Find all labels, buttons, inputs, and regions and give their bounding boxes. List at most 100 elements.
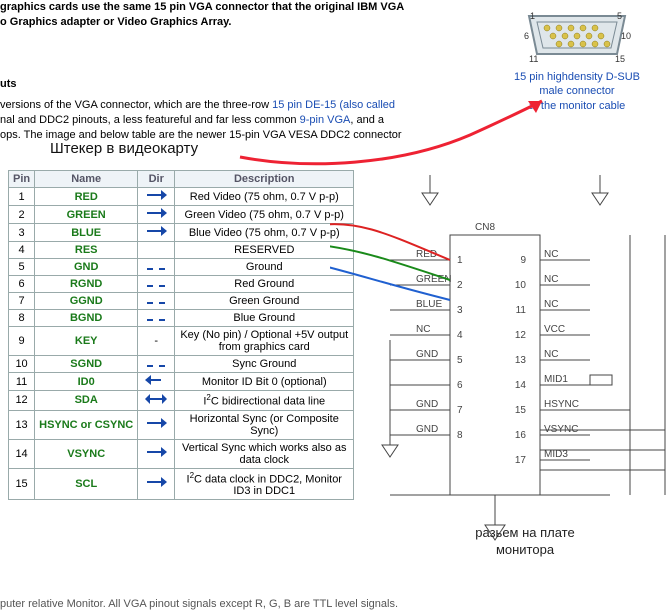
- svg-text:3: 3: [457, 305, 463, 316]
- svg-text:4: 4: [457, 330, 463, 341]
- pin-desc: Green Video (75 ohm, 0.7 V p-p): [175, 206, 354, 224]
- svg-text:10: 10: [515, 280, 527, 291]
- pin-num: 14: [9, 439, 35, 468]
- pin-name: BGND: [35, 310, 138, 327]
- pin-dir: [138, 224, 175, 242]
- pin-num: 8: [9, 310, 35, 327]
- svg-text:11: 11: [516, 305, 527, 316]
- pin-name: KEY: [35, 327, 138, 356]
- svg-text:NC: NC: [544, 274, 558, 285]
- table-row: 10SGNDSync Ground: [9, 356, 354, 373]
- pin-desc: Blue Ground: [175, 310, 354, 327]
- svg-text:16: 16: [515, 430, 527, 441]
- pin-dir: [138, 276, 175, 293]
- svg-text:5: 5: [457, 355, 463, 366]
- table-row: 9KEY-Key (No pin) / Optional +5V output …: [9, 327, 354, 356]
- svg-text:NC: NC: [416, 324, 430, 335]
- pin-dir: [138, 439, 175, 468]
- svg-text:8: 8: [457, 430, 463, 441]
- pin-num: 5: [9, 259, 35, 276]
- svg-text:13: 13: [515, 355, 527, 366]
- svg-text:BLUE: BLUE: [416, 299, 442, 310]
- board-connector-label: разьем на плате монитора: [455, 525, 595, 559]
- svg-text:NC: NC: [544, 299, 558, 310]
- pin-num: 11: [9, 373, 35, 391]
- th-pin: Pin: [9, 171, 35, 188]
- svg-text:MID3: MID3: [544, 449, 568, 460]
- pin-dir: [138, 242, 175, 259]
- intro-line1: graphics cards use the same 15 pin VGA c…: [0, 1, 404, 13]
- pin-num: 15: [9, 468, 35, 500]
- pin-num: 4: [9, 242, 35, 259]
- table-row: 4RES RESERVED: [9, 242, 354, 259]
- footer-text: puter relative Monitor. All VGA pinout s…: [0, 598, 398, 610]
- pin-name: GREEN: [35, 206, 138, 224]
- pin-desc: I2C bidirectional data line: [175, 391, 354, 411]
- pin-desc: Blue Video (75 ohm, 0.7 V p-p): [175, 224, 354, 242]
- svg-text:2: 2: [457, 280, 463, 291]
- table-row: 3BLUEBlue Video (75 ohm, 0.7 V p-p): [9, 224, 354, 242]
- svg-text:17: 17: [515, 455, 527, 466]
- svg-text:9: 9: [520, 255, 526, 266]
- pin-desc: Green Ground: [175, 293, 354, 310]
- pin-name: ID0: [35, 373, 138, 391]
- svg-text:NC: NC: [544, 249, 558, 260]
- schematic-diagram: CN8 RED1GREEN2BLUE3NC4GND56GND7GND8 NC9N…: [330, 175, 670, 585]
- pin-num: 1: [9, 188, 35, 206]
- pin-desc: Red Video (75 ohm, 0.7 V p-p): [175, 188, 354, 206]
- svg-text:5: 5: [617, 11, 622, 21]
- dsub-icon: 1 5 6 10 11 15: [517, 10, 637, 66]
- table-row: 1RED Red Video (75 ohm, 0.7 V p-p): [9, 188, 354, 206]
- pin-name: RGND: [35, 276, 138, 293]
- svg-text:15: 15: [515, 405, 527, 416]
- svg-text:VCC: VCC: [544, 324, 565, 335]
- pin-desc: Monitor ID Bit 0 (optional): [175, 373, 354, 391]
- card-label: Штекер в видеокарту: [50, 140, 198, 157]
- pin-desc: I2C data clock in DDC2, Monitor ID3 in D…: [175, 468, 354, 500]
- pin-dir: [138, 391, 175, 411]
- table-row: 12SDAI2C bidirectional data line: [9, 391, 354, 411]
- svg-text:10: 10: [621, 31, 631, 41]
- section-heading: uts: [0, 78, 17, 90]
- svg-text:12: 12: [515, 330, 527, 341]
- svg-text:GND: GND: [416, 349, 438, 360]
- pin-desc: Key (No pin) / Optional +5V output from …: [175, 327, 354, 356]
- table-row: 6RGND Red Ground: [9, 276, 354, 293]
- table-row: 2GREENGreen Video (75 ohm, 0.7 V p-p): [9, 206, 354, 224]
- cn8-label: CN8: [475, 222, 495, 233]
- th-desc: Description: [175, 171, 354, 188]
- pin-dir: [138, 373, 175, 391]
- pin-dir: [138, 356, 175, 373]
- pin-desc: Horizontal Sync (or Composite Sync): [175, 410, 354, 439]
- pinout-table: Pin Name Dir Description 1REDRed Video (…: [8, 170, 354, 500]
- pin-desc: RESERVED: [175, 242, 354, 259]
- intro-text: graphics cards use the same 15 pin VGA c…: [0, 0, 500, 30]
- pin-name: VSYNC: [35, 439, 138, 468]
- svg-text:14: 14: [515, 380, 527, 391]
- pin-num: 7: [9, 293, 35, 310]
- pin-name: GND: [35, 259, 138, 276]
- pin-name: BLUE: [35, 224, 138, 242]
- pin-num: 13: [9, 410, 35, 439]
- svg-text:NC: NC: [544, 349, 558, 360]
- svg-text:1: 1: [530, 11, 535, 21]
- pin-desc: Vertical Sync which works also as data c…: [175, 439, 354, 468]
- pin-dir: [138, 310, 175, 327]
- pin-num: 6: [9, 276, 35, 293]
- svg-text:11: 11: [529, 54, 538, 64]
- pin-dir: [138, 206, 175, 224]
- table-row: 15SCLI2C data clock in DDC2, Monitor ID3…: [9, 468, 354, 500]
- pin-num: 12: [9, 391, 35, 411]
- svg-text:HSYNC: HSYNC: [544, 399, 579, 410]
- th-name: Name: [35, 171, 138, 188]
- table-row: 14VSYNC Vertical Sync which works also as…: [9, 439, 354, 468]
- pin-num: 9: [9, 327, 35, 356]
- table-row: 5GNDGround: [9, 259, 354, 276]
- intro-line2: o Graphics adapter or Video Graphics Arr…: [0, 16, 231, 28]
- pin-desc: Red Ground: [175, 276, 354, 293]
- svg-text:7: 7: [457, 405, 463, 416]
- table-row: 13HSYNC or CSYNCHorizontal Sync (or Comp…: [9, 410, 354, 439]
- pin-name: RES: [35, 242, 138, 259]
- table-row: 11ID0 Monitor ID Bit 0 (optional): [9, 373, 354, 391]
- pin-name: RED: [35, 188, 138, 206]
